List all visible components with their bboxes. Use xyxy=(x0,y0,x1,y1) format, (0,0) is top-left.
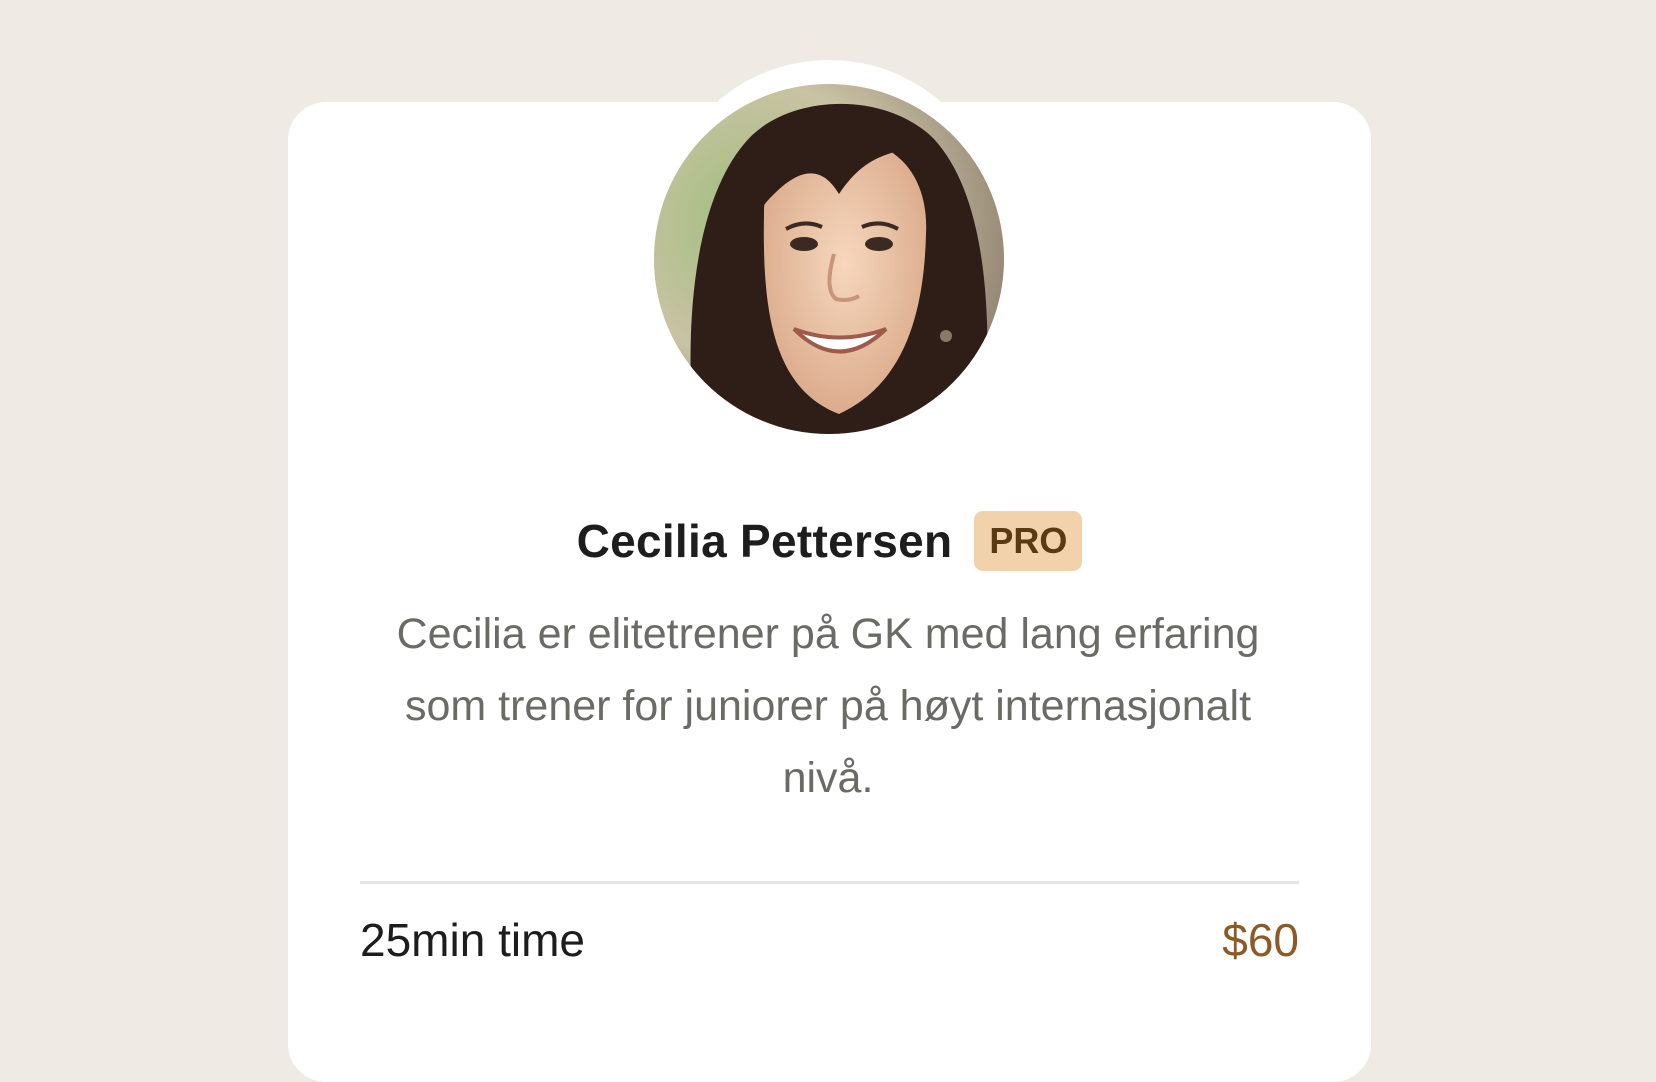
avatar xyxy=(654,84,1004,434)
divider xyxy=(360,881,1299,884)
coach-bio: Cecilia er elitetrener på GK med lang er… xyxy=(396,610,1260,802)
name-row: Cecilia Pettersen PRO xyxy=(288,510,1371,572)
coach-name: Cecilia Pettersen xyxy=(576,515,953,567)
avatar-portrait-image xyxy=(654,84,1004,434)
pro-badge: PRO xyxy=(974,511,1083,571)
session-duration-label: 25min time xyxy=(360,914,585,966)
session-price: $60 xyxy=(1222,914,1299,966)
